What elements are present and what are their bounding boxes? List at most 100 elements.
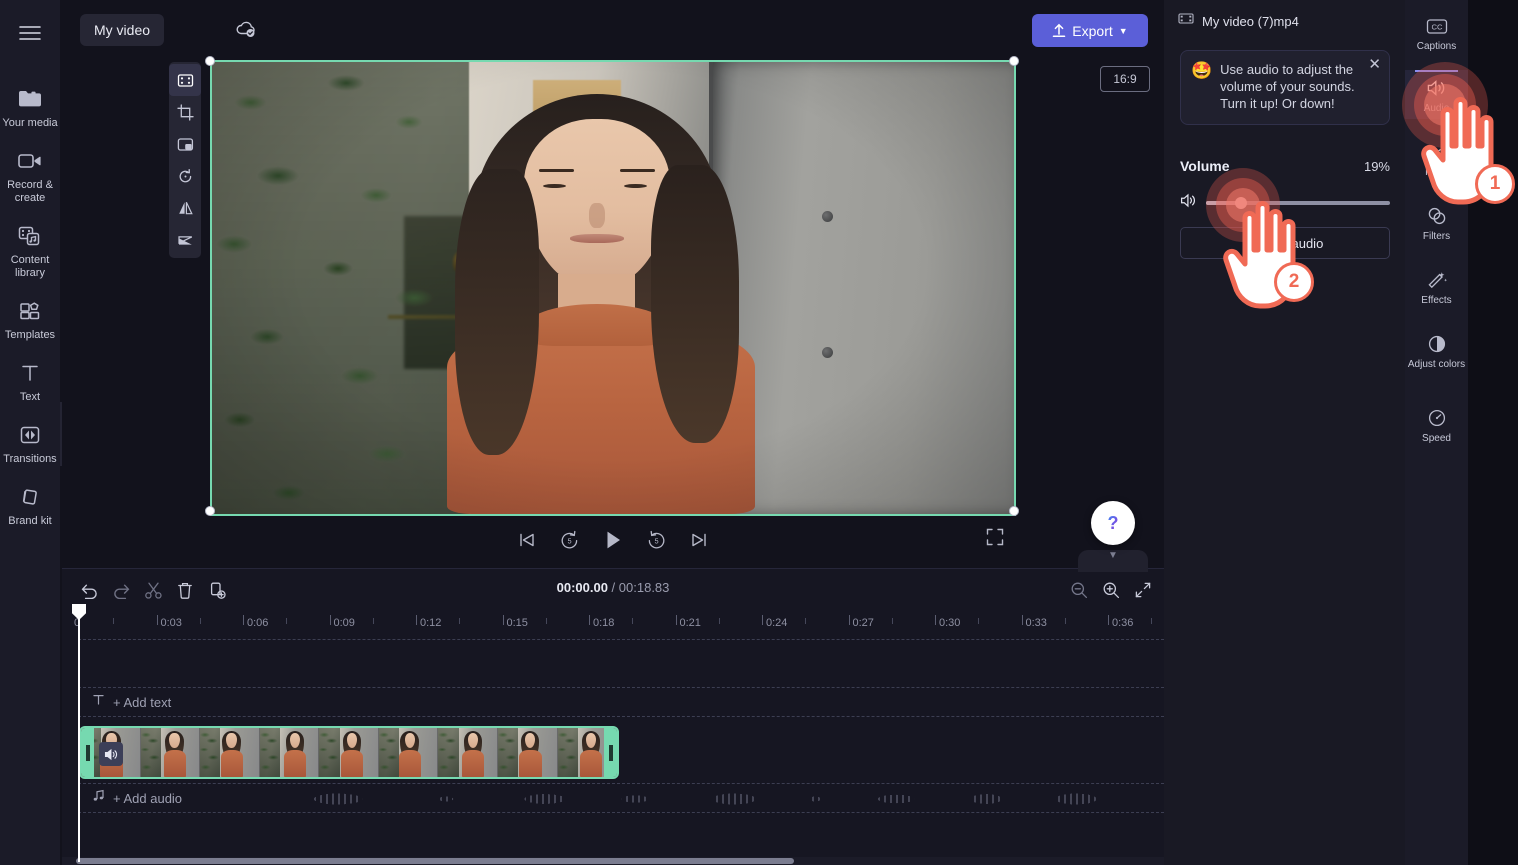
ruler-tick-minor bbox=[632, 618, 634, 624]
hamburger-menu-icon[interactable] bbox=[13, 16, 47, 50]
clip-mute-icon[interactable] bbox=[99, 742, 123, 766]
rewind-5-icon[interactable]: 5 bbox=[559, 530, 580, 550]
sidebar-item-text[interactable]: Text bbox=[0, 354, 60, 406]
help-button[interactable]: ? bbox=[1091, 501, 1135, 545]
ruler-label: 0:06 bbox=[247, 617, 269, 629]
ruler-label: 0:09 bbox=[333, 617, 355, 629]
audio-icon bbox=[1426, 76, 1448, 100]
svg-text:CC: CC bbox=[1431, 22, 1442, 31]
tab-fade[interactable]: Fade bbox=[1405, 134, 1468, 183]
timeline-horizontal-scrollbar[interactable] bbox=[76, 858, 794, 864]
fit-to-frame-icon[interactable] bbox=[169, 64, 201, 96]
close-icon[interactable]: ✕ bbox=[1368, 57, 1381, 72]
ruler-label: 0:27 bbox=[852, 617, 874, 629]
chevron-down-icon: ▼ bbox=[1118, 25, 1128, 36]
tab-speed[interactable]: Speed bbox=[1405, 400, 1468, 449]
volume-slider[interactable] bbox=[1206, 197, 1390, 209]
volume-row: Volume 19% bbox=[1180, 158, 1390, 174]
text-icon bbox=[19, 358, 41, 388]
sidebar-item-label: Record & create bbox=[7, 179, 53, 204]
content-library-icon bbox=[17, 221, 43, 251]
resize-handle-top-left[interactable] bbox=[205, 56, 215, 66]
crop-icon[interactable] bbox=[169, 96, 201, 128]
left-navigation-rail: Your media Record & create Content libra… bbox=[0, 0, 60, 865]
resize-handle-top-right[interactable] bbox=[1009, 56, 1019, 66]
add-audio-track[interactable]: + Add audio bbox=[78, 783, 1164, 813]
tab-adjust-colors[interactable]: Adjust colors bbox=[1405, 326, 1468, 375]
cloud-saved-icon[interactable] bbox=[234, 19, 258, 44]
ruler-tick bbox=[329, 615, 331, 625]
ruler-tick bbox=[589, 615, 590, 625]
skip-to-start-icon[interactable] bbox=[517, 531, 537, 549]
ruler-tick-minor bbox=[805, 618, 807, 624]
ruler-tick bbox=[935, 615, 936, 625]
timeline-toolbar: 00:00.00 / 00:18.83 bbox=[62, 569, 1164, 611]
flip-vertical-icon[interactable] bbox=[169, 224, 201, 256]
ruler-tick-minor bbox=[718, 618, 720, 624]
ruler-tick-minor bbox=[1151, 618, 1153, 624]
timeline-tracks: + Add text + Add audio bbox=[62, 639, 1164, 854]
volume-slider-thumb[interactable] bbox=[1234, 197, 1247, 209]
speaker-icon[interactable] bbox=[1180, 193, 1198, 213]
sidebar-item-transitions[interactable]: Transitions bbox=[0, 416, 60, 468]
chevron-down-icon: ▼ bbox=[1108, 550, 1118, 561]
ruler-tick-minor bbox=[545, 618, 547, 624]
clipchamp-editor: Your media Record & create Content libra… bbox=[0, 0, 1518, 865]
resize-handle-bottom-left[interactable] bbox=[205, 506, 215, 516]
zoom-in-icon[interactable] bbox=[1100, 579, 1122, 601]
tab-audio[interactable]: Audio bbox=[1405, 70, 1468, 119]
templates-icon bbox=[18, 296, 42, 326]
clip-trim-handle-left[interactable] bbox=[81, 728, 94, 777]
skip-to-end-icon[interactable] bbox=[689, 531, 709, 549]
resize-handle-bottom-right[interactable] bbox=[1009, 506, 1019, 516]
play-button[interactable] bbox=[602, 529, 624, 551]
adjust-colors-icon bbox=[1426, 332, 1448, 356]
timeline-ruler[interactable]: 00:030:060:090:120:150:180:210:240:270:3… bbox=[62, 611, 1164, 639]
ruler-tick bbox=[156, 615, 158, 625]
svg-text:?: ? bbox=[1108, 513, 1119, 533]
video-clip[interactable] bbox=[79, 726, 619, 779]
tab-effects[interactable]: Effects bbox=[1405, 262, 1468, 311]
panel-collapse-button[interactable]: ▼ bbox=[1078, 550, 1148, 572]
sidebar-item-templates[interactable]: Templates bbox=[0, 292, 60, 344]
forward-5-icon[interactable]: 5 bbox=[646, 530, 667, 550]
add-text-track[interactable]: + Add text bbox=[78, 687, 1164, 717]
ruler-tick-minor bbox=[372, 618, 374, 624]
ruler-tick bbox=[243, 615, 244, 625]
fullscreen-icon[interactable] bbox=[986, 528, 1004, 551]
video-scene bbox=[212, 62, 1014, 514]
tab-filters[interactable]: Filters bbox=[1405, 198, 1468, 247]
flip-horizontal-icon[interactable] bbox=[169, 192, 201, 224]
tab-label: Fade bbox=[1425, 167, 1448, 178]
sidebar-item-brand-kit[interactable]: Brand kit bbox=[0, 478, 60, 530]
export-button[interactable]: Export ▼ bbox=[1032, 14, 1148, 47]
ruler-label: 0:33 bbox=[1025, 617, 1047, 629]
rotate-icon[interactable] bbox=[169, 160, 201, 192]
sidebar-item-your-media[interactable]: Your media bbox=[0, 80, 60, 132]
tab-label: Speed bbox=[1422, 433, 1451, 444]
aspect-ratio-badge[interactable]: 16:9 bbox=[1100, 66, 1150, 92]
svg-text:5: 5 bbox=[654, 537, 658, 546]
sidebar-item-label: Content library bbox=[10, 254, 50, 279]
sidebar-item-label: Text bbox=[19, 391, 41, 403]
clip-trim-handle-right[interactable] bbox=[604, 728, 617, 777]
picture-in-picture-icon[interactable] bbox=[169, 128, 201, 160]
volume-label: Volume bbox=[1180, 158, 1230, 174]
tab-captions[interactable]: CC Captions bbox=[1405, 8, 1468, 57]
video-preview[interactable] bbox=[210, 60, 1016, 516]
zoom-out-icon[interactable] bbox=[1068, 579, 1090, 601]
fit-timeline-icon[interactable] bbox=[1132, 579, 1154, 601]
ruler-tick-minor bbox=[1064, 618, 1066, 624]
captions-icon: CC bbox=[1426, 14, 1448, 38]
transitions-icon bbox=[18, 420, 42, 450]
property-panel-header: My video (7)mp4 bbox=[1178, 12, 1299, 30]
sidebar-item-content-library[interactable]: Content library bbox=[0, 217, 60, 282]
sidebar-item-record-create[interactable]: Record & create bbox=[0, 142, 60, 207]
audio-properties-panel: My video (7)mp4 🤩 Use audio to adjust th… bbox=[1164, 0, 1405, 865]
top-toolbar: My video Export ▼ bbox=[62, 0, 1164, 60]
ruler-tick bbox=[762, 615, 763, 625]
project-name-field[interactable]: My video bbox=[80, 14, 165, 46]
video-frame bbox=[210, 60, 1016, 516]
detach-audio-button[interactable]: Detach audio bbox=[1180, 227, 1390, 259]
svg-text:5: 5 bbox=[567, 537, 571, 546]
